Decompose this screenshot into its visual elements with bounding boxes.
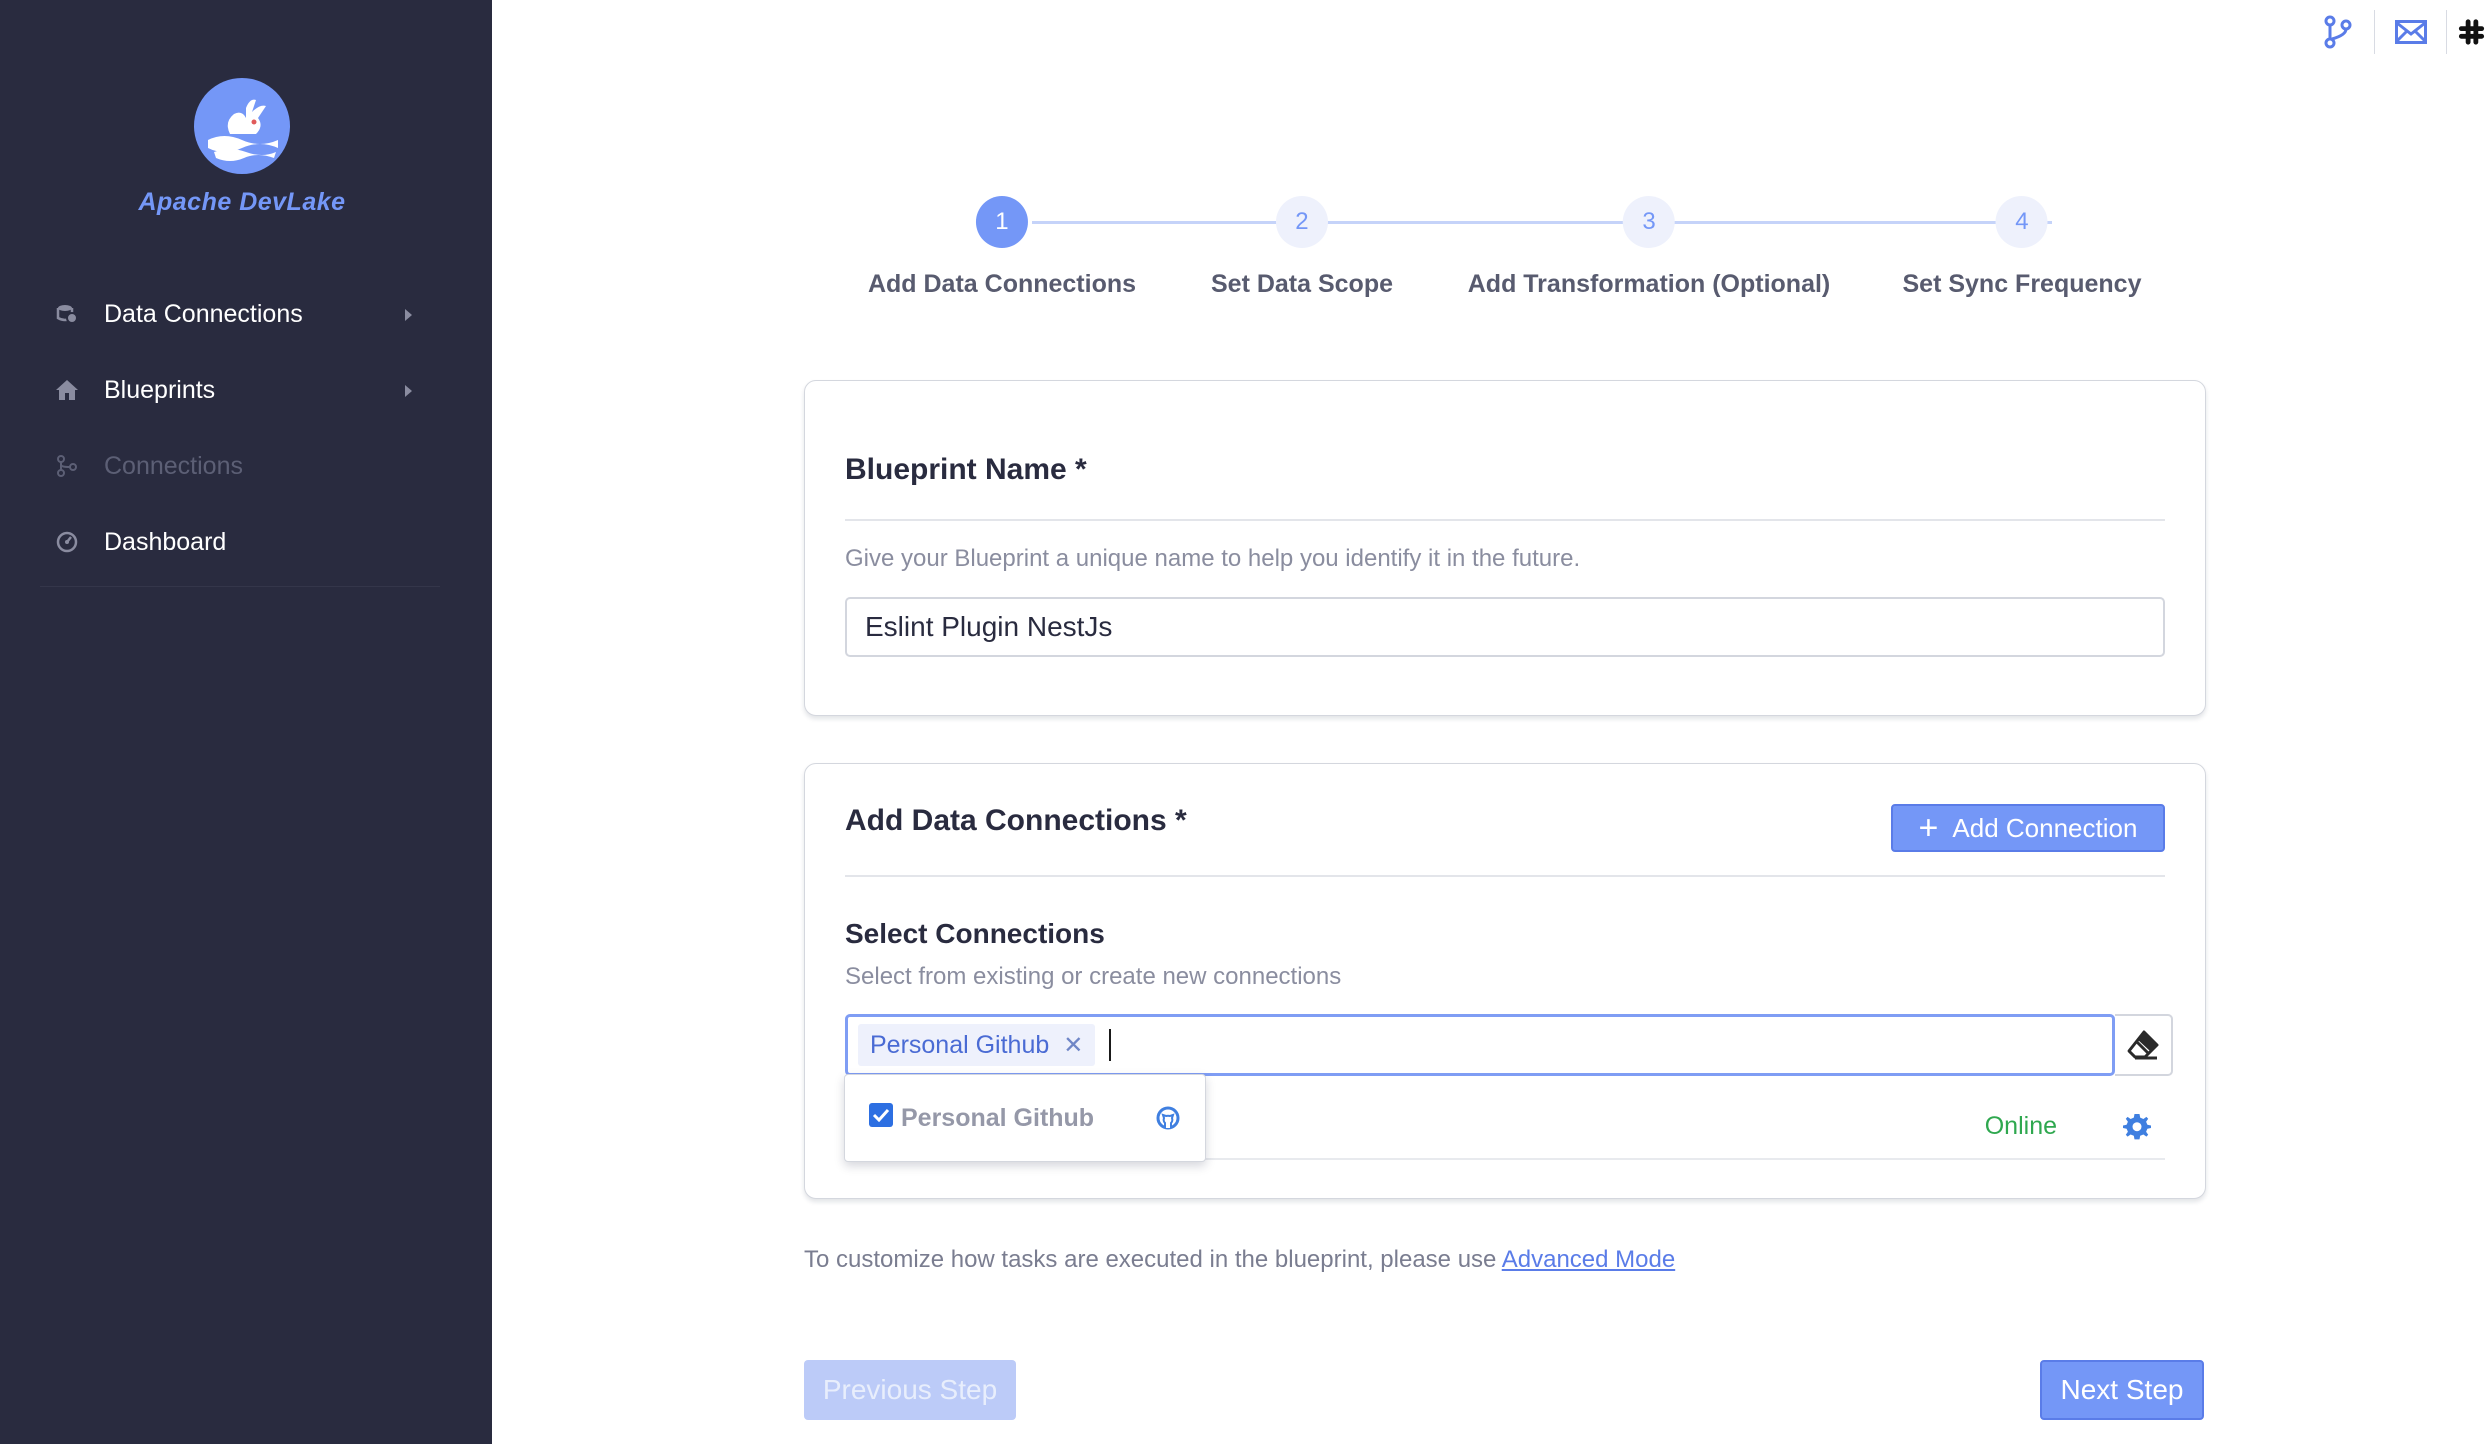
sidebar-item-connections: Connections xyxy=(40,428,440,504)
sidebar-item-label: Blueprints xyxy=(104,375,216,404)
clear-selection-button[interactable] xyxy=(2115,1014,2173,1076)
blueprint-name-input[interactable]: Eslint Plugin NestJs xyxy=(845,597,2165,657)
header-icons xyxy=(2302,10,2486,54)
step-1[interactable]: 1 Add Data Connections xyxy=(868,196,1136,299)
dashboard-icon xyxy=(54,529,80,555)
app-name: Apache DevLake xyxy=(138,188,346,216)
advanced-mode-note: To customize how tasks are executed in t… xyxy=(804,1246,1675,1274)
helper-text: Give your Blueprint a unique name to hel… xyxy=(845,545,1581,572)
mail-icon[interactable] xyxy=(2374,10,2446,54)
checkbox-checked-icon[interactable] xyxy=(869,1103,893,1127)
dropdown-option-label[interactable]: Personal Github xyxy=(901,1104,1094,1133)
select-connections-title: Select Connections xyxy=(845,918,1105,949)
step-4[interactable]: 4 Set Sync Frequency xyxy=(1902,196,2142,299)
slack-icon[interactable] xyxy=(2446,10,2486,54)
next-step-button[interactable]: Next Step xyxy=(2040,1360,2204,1420)
previous-step-button[interactable]: Previous Step xyxy=(804,1360,1016,1420)
card-title: Blueprint Name * xyxy=(845,453,1087,486)
git-branch-icon xyxy=(54,453,80,479)
text-cursor xyxy=(1109,1029,1112,1061)
step-number: 3 xyxy=(1623,196,1675,248)
step-label: Set Data Scope xyxy=(1210,270,1394,298)
git-branch-icon[interactable] xyxy=(2302,10,2374,54)
step-number: 4 xyxy=(1995,196,2048,248)
step-label: Add Data Connections xyxy=(867,270,1137,298)
database-icon xyxy=(54,301,80,327)
step-3[interactable]: 3 Add Transformation (Optional) xyxy=(1467,196,1831,299)
eraser-icon xyxy=(2127,1030,2159,1060)
remove-tag-icon[interactable]: ✕ xyxy=(1063,1031,1083,1060)
step-number: 2 xyxy=(1275,196,1328,248)
step-2[interactable]: 2 Set Data Scope xyxy=(1211,196,1393,299)
sidebar-nav: Data Connections Blueprints Connections … xyxy=(40,276,440,587)
advanced-mode-link[interactable]: Advanced Mode xyxy=(1502,1246,1675,1273)
sidebar-item-blueprints[interactable]: Blueprints xyxy=(40,352,440,428)
divider xyxy=(845,875,2165,877)
sidebar-item-dashboard[interactable]: Dashboard xyxy=(40,504,440,580)
plus-icon: + xyxy=(1918,809,1939,847)
selected-connection-tag: Personal Github ✕ xyxy=(858,1024,1096,1066)
add-connection-button[interactable]: + Add Connection xyxy=(1891,804,2165,852)
step-number: 1 xyxy=(975,196,1028,248)
button-label: Add Connection xyxy=(1952,812,2138,843)
connections-dropdown: Personal Github xyxy=(844,1074,1206,1162)
select-connections-helper: Select from existing or create new conne… xyxy=(845,963,1342,990)
sidebar: Apache DevLake Data Connections Blueprin… xyxy=(0,0,492,1444)
devlake-logo-icon[interactable] xyxy=(194,78,290,174)
caret-right-icon xyxy=(405,385,412,397)
sidebar-item-data-connections[interactable]: Data Connections xyxy=(40,276,440,352)
home-icon xyxy=(54,377,80,403)
tag-label: Personal Github xyxy=(870,1030,1050,1059)
blueprint-name-card: Blueprint Name * Give your Blueprint a u… xyxy=(804,380,2206,716)
step-label: Set Sync Frequency xyxy=(1902,270,2142,298)
sidebar-item-label: Dashboard xyxy=(104,527,227,556)
sidebar-item-label: Connections xyxy=(104,451,243,480)
note-text: To customize how tasks are executed in t… xyxy=(804,1246,1502,1273)
connections-multiselect[interactable]: Personal Github ✕ xyxy=(845,1014,2115,1076)
gear-icon[interactable] xyxy=(2123,1112,2151,1145)
connection-status: Online xyxy=(1984,1112,2057,1140)
caret-right-icon xyxy=(405,309,412,321)
divider xyxy=(845,519,2165,521)
github-icon xyxy=(1155,1105,1181,1136)
sidebar-item-label: Data Connections xyxy=(104,299,303,328)
card-title: Add Data Connections * xyxy=(845,804,1187,837)
stepper: 1 Add Data Connections 2 Set Data Scope … xyxy=(860,196,2160,306)
step-label: Add Transformation (Optional) xyxy=(1467,270,1831,298)
